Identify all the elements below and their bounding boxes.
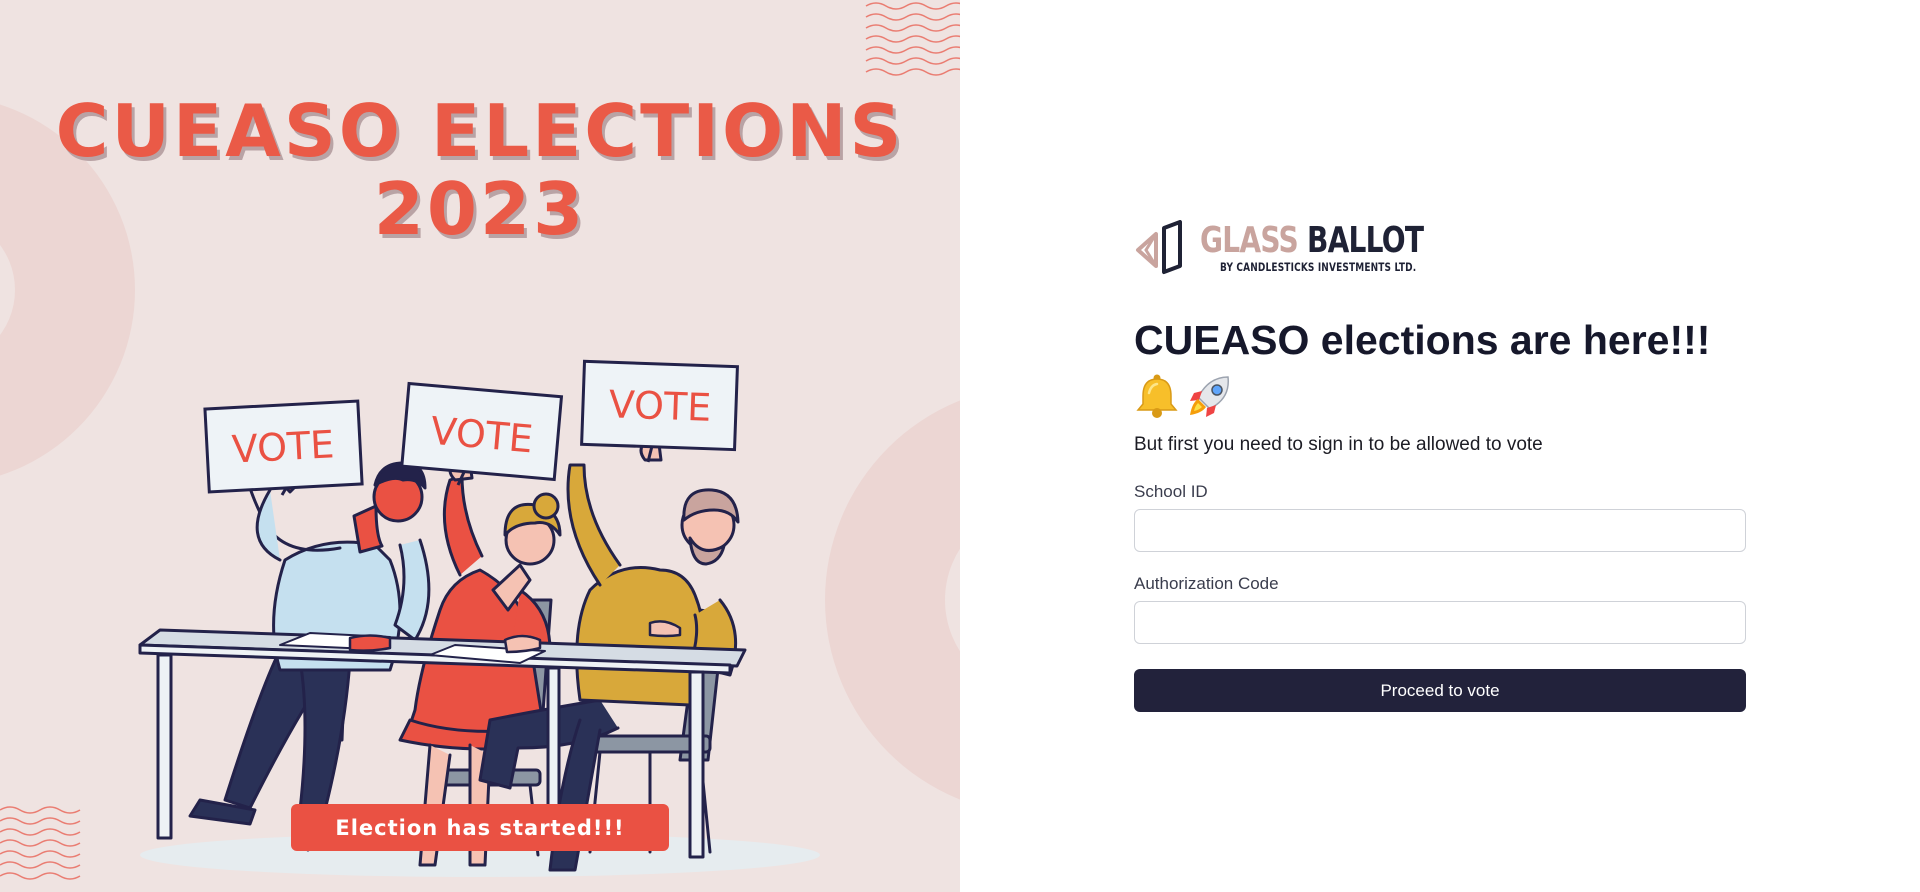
logo-word-glass: GLASS xyxy=(1200,219,1299,261)
rocket-icon xyxy=(1190,376,1229,417)
wave-pattern-top xyxy=(865,2,960,76)
signin-panel: GLASS BALLOT BY CANDLESTICKS INVESTMENTS… xyxy=(960,0,1920,892)
logo-word-ballot: BALLOT xyxy=(1306,219,1424,261)
auth-code-field-group: Authorization Code xyxy=(1134,574,1746,644)
login-page: VOTE VOTE VOTE CUEASO ELECTIONS 2023 Ele… xyxy=(0,0,1920,892)
election-started-badge: Election has started!!! xyxy=(291,804,669,851)
auth-code-label: Authorization Code xyxy=(1134,574,1279,593)
heading-emojis xyxy=(1134,370,1746,422)
signin-instructions: But first you need to sign in to be allo… xyxy=(1134,434,1543,455)
vote-sign-text-2: VOTE xyxy=(429,409,535,462)
poster-title: CUEASO ELECTIONS 2023 xyxy=(0,92,960,248)
signin-form-wrapper: GLASS BALLOT BY CANDLESTICKS INVESTMENTS… xyxy=(1134,218,1746,712)
proceed-to-vote-button[interactable]: Proceed to vote xyxy=(1134,669,1746,712)
page-heading: CUEASO elections are here!!! xyxy=(1134,317,1711,363)
wave-pattern-bottom xyxy=(0,806,81,880)
school-id-input[interactable] xyxy=(1134,509,1746,552)
signin-fields: School ID Authorization Code xyxy=(1134,482,1746,644)
school-id-field-group: School ID xyxy=(1134,482,1746,552)
school-id-label: School ID xyxy=(1134,482,1208,501)
vote-sign-text-3: VOTE xyxy=(608,382,712,430)
vote-sign-text-1: VOTE xyxy=(231,422,336,471)
logo-tagline: BY CANDLESTICKS INVESTMENTS LTD. xyxy=(1220,259,1417,274)
glass-ballot-logo-icon xyxy=(1136,220,1182,274)
logo-wordmark: GLASS BALLOT xyxy=(1200,219,1424,261)
glass-ballot-logo: GLASS BALLOT BY CANDLESTICKS INVESTMENTS… xyxy=(1134,218,1746,278)
poster-title-line1: CUEASO ELECTIONS xyxy=(55,89,905,173)
election-poster: VOTE VOTE VOTE CUEASO ELECTIONS 2023 Ele… xyxy=(0,0,960,892)
bell-icon xyxy=(1136,374,1178,418)
auth-code-input[interactable] xyxy=(1134,601,1746,644)
poster-title-line2: 2023 xyxy=(373,167,587,251)
